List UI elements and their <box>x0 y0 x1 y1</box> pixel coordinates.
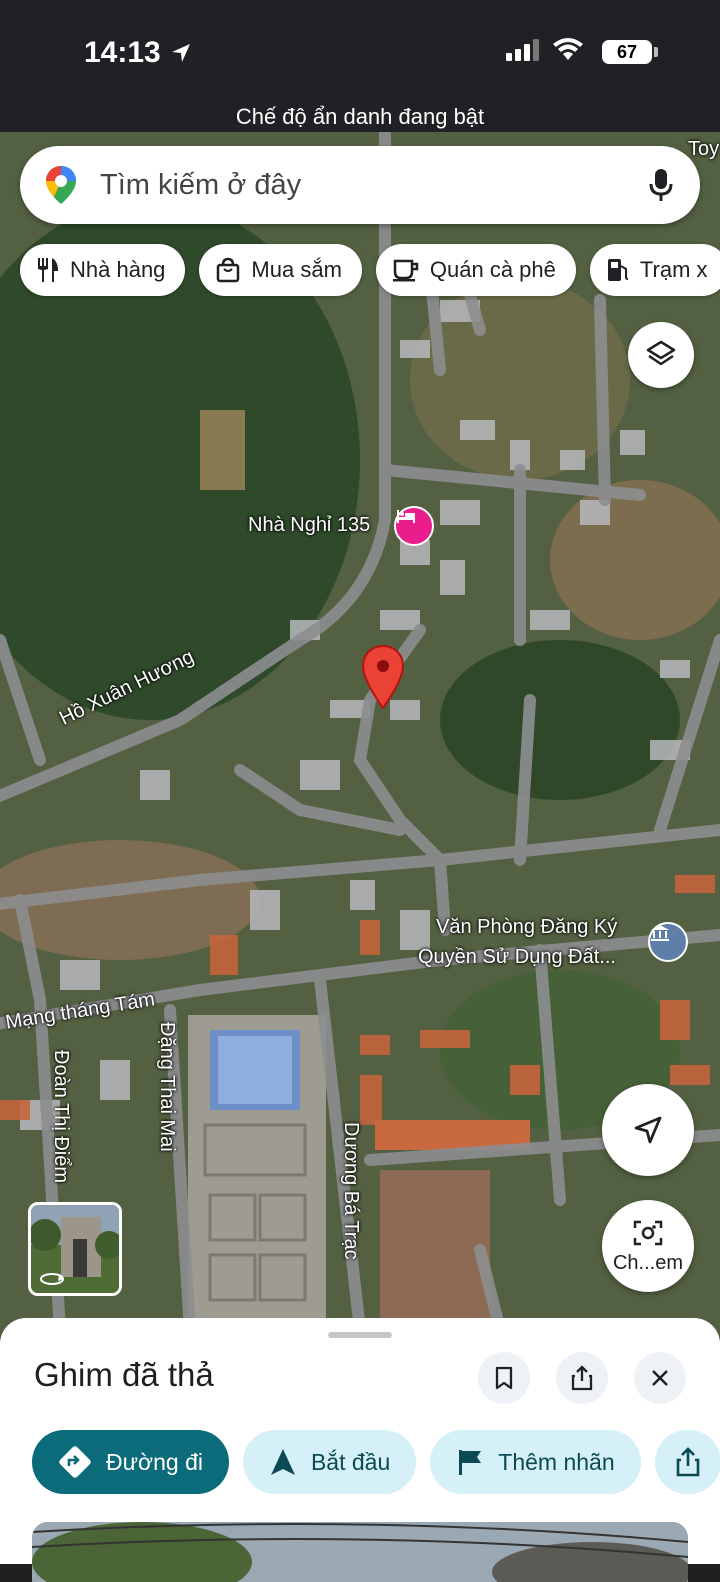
directions-icon <box>59 1446 91 1478</box>
shopping-bag-icon <box>217 257 240 283</box>
category-chips: Nhà hàng Mua sắm Quán cà phê Trạm x <box>20 244 720 296</box>
location-arrow-icon <box>171 44 190 62</box>
add-label-button[interactable]: Thêm nhãn <box>430 1430 641 1494</box>
wifi-icon <box>553 38 583 60</box>
lens-label: Ch...em <box>612 1251 684 1274</box>
start-label: Bắt đầu <box>310 1448 391 1475</box>
camera-lens-icon <box>633 1220 663 1245</box>
search-bar[interactable]: Tìm kiếm ở đây <box>20 146 700 224</box>
chip-label: Mua sắm <box>251 257 342 282</box>
map-label-toy: Toy <box>688 138 720 160</box>
share-icon <box>571 1365 593 1391</box>
street-view-thumbnail[interactable] <box>28 1202 122 1296</box>
hotel-marker-icon[interactable] <box>394 506 434 546</box>
search-input[interactable]: Tìm kiếm ở đây <box>100 169 648 202</box>
close-icon <box>652 1370 668 1386</box>
close-button[interactable] <box>634 1352 686 1404</box>
share-icon <box>676 1447 699 1477</box>
chip-coffee[interactable]: Quán cà phê <box>375 244 576 296</box>
navigation-icon <box>270 1449 295 1475</box>
chip-label: Quán cà phê <box>429 257 556 282</box>
map-label-office-line1[interactable]: Văn Phòng Đăng Ký <box>436 916 617 939</box>
start-button[interactable]: Bắt đầu <box>242 1430 417 1494</box>
time-text: 14:13 <box>84 36 161 69</box>
flag-icon <box>459 1450 482 1475</box>
status-bar: 14:13 67 Chế độ ẩn danh đang bật <box>0 0 720 132</box>
chip-shopping[interactable]: Mua sắm <box>199 244 362 296</box>
share-button[interactable] <box>556 1352 608 1404</box>
add-label-label: Thêm nhãn <box>498 1448 615 1475</box>
layers-icon <box>646 340 676 366</box>
battery-indicator: 67 <box>602 40 652 64</box>
cellular-signal-icon <box>506 39 539 61</box>
dropped-pin-icon[interactable] <box>360 644 406 710</box>
map-label-doan-thi-diem: Đoàn Thị Điểm <box>50 1050 72 1184</box>
map-label-duong-ba-trac: Dương Bá Trạc <box>340 1122 362 1260</box>
directions-label: Đường đi <box>106 1448 203 1475</box>
coffee-cup-icon <box>392 259 419 282</box>
directions-button[interactable]: Đường đi <box>32 1430 229 1494</box>
gas-station-icon <box>607 259 628 281</box>
sheet-drag-handle[interactable] <box>328 1332 392 1338</box>
satellite-map[interactable]: Toy Nhà Nghỉ 135 Hồ Xuân Hương Văn Phòng… <box>0 132 720 1342</box>
fork-knife-icon <box>38 258 58 282</box>
signal-indicators <box>506 38 584 62</box>
clock: 14:13 <box>84 36 193 70</box>
action-buttons: Đường đi Bắt đầu Thêm nhãn <box>32 1430 720 1494</box>
my-location-button[interactable] <box>602 1084 694 1176</box>
google-maps-logo-icon <box>46 166 76 204</box>
layers-button[interactable] <box>628 322 694 388</box>
government-office-marker-icon[interactable] <box>648 922 688 962</box>
incognito-banner: Chế độ ẩn danh đang bật <box>235 104 485 129</box>
place-photo[interactable] <box>32 1522 688 1582</box>
place-bottom-sheet: Ghim đã thả Đường đi Bắt đầu Thêm nhãn <box>0 1318 720 1582</box>
chip-label: Trạm x <box>639 257 708 282</box>
google-lens-button[interactable]: Ch...em <box>602 1200 694 1292</box>
place-photo-image <box>32 1522 688 1582</box>
chip-gas-station[interactable]: Trạm x <box>589 244 720 296</box>
map-label-dang-thai-mai: Đặng Thai Mai <box>156 1022 178 1152</box>
navigation-arrow-icon <box>634 1116 662 1144</box>
sheet-title: Ghim đã thả <box>34 1356 214 1393</box>
rotate-360-icon <box>40 1273 64 1285</box>
map-label-guest-house[interactable]: Nhà Nghỉ 135 <box>248 514 370 537</box>
battery-tip <box>654 47 658 57</box>
save-button[interactable] <box>478 1352 530 1404</box>
microphone-icon[interactable] <box>648 168 674 202</box>
map-label-office-line2[interactable]: Quyền Sử Dụng Đất... <box>418 946 616 969</box>
share-action-button[interactable] <box>654 1430 720 1494</box>
chip-restaurants[interactable]: Nhà hàng <box>20 244 186 296</box>
chip-label: Nhà hàng <box>70 257 166 282</box>
bookmark-icon <box>495 1366 513 1390</box>
